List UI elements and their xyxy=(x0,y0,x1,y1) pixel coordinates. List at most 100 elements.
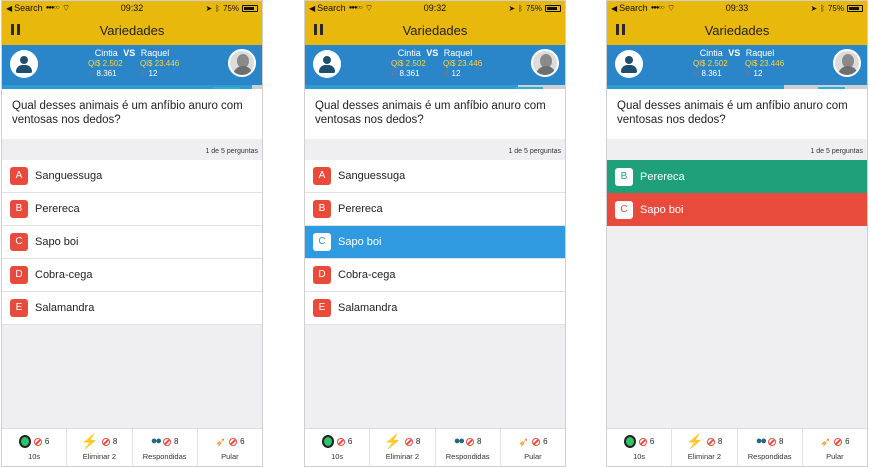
answer-option-d[interactable]: D Cobra-cega xyxy=(2,259,262,292)
status-bar: ◀ Search ●●●○○ ⌔ 09:33 ➤ ᛒ 75% xyxy=(607,1,867,15)
answer-option-e[interactable]: E Salamandra xyxy=(2,292,262,325)
powerup-10s[interactable]: 6 10s xyxy=(2,429,66,466)
powerup-pular[interactable]: ➶ 6 Pular xyxy=(499,429,565,466)
nav-bar: Variedades xyxy=(2,15,262,45)
answer-options: A Sanguessuga B Perereca C Sapo boi D Cobra-… xyxy=(305,160,565,325)
powerup-respondidas[interactable]: ●● 8 Respondidas xyxy=(131,429,197,466)
powerups-bar: 6 10s ⚡ 8 Eliminar 2 ●● 8 Respondidas ➶ 6 Pular xyxy=(305,428,565,466)
pause-icon[interactable] xyxy=(616,24,626,35)
answer-option-b-correct: B Perereca xyxy=(607,160,867,193)
answer-option-c-selected[interactable]: C Sapo boi xyxy=(305,226,565,259)
blocked-icon xyxy=(706,437,715,446)
powerups-bar: 6 10s ⚡ 8 Eliminar 2 ●● 8 Respondidas ➶ 6 Pular xyxy=(607,428,867,466)
quiz-screen-3: ◀ Search ●●●○○ ⌔ 09:33 ➤ ᛒ 75% Variedades … xyxy=(606,0,868,467)
pin-icon: ⚐ xyxy=(391,71,398,78)
powerup-respondidas[interactable]: ●● 8 Respondidas xyxy=(736,429,802,466)
question-counter: 1 de 5 perguntas xyxy=(810,148,863,155)
status-time: 09:32 xyxy=(423,3,447,13)
binoculars-icon: ●● xyxy=(755,435,767,447)
stopwatch-icon xyxy=(18,435,31,448)
stopwatch-icon xyxy=(623,435,636,448)
status-time: 09:33 xyxy=(725,3,749,13)
left-pins: ⚐ 8.361 xyxy=(391,69,420,78)
left-qi-balance: Qi$ 2.502 xyxy=(693,59,728,68)
powerup-eliminar-2[interactable]: ⚡ 8 Eliminar 2 xyxy=(369,429,434,466)
question-text: Qual desses animais é um anfíbio anuro c… xyxy=(305,89,565,139)
player-avatar-right[interactable] xyxy=(531,49,559,77)
right-pins: ⚐ 12 xyxy=(745,69,763,78)
powerup-eliminar-2[interactable]: ⚡ 8 Eliminar 2 xyxy=(671,429,736,466)
binoculars-icon: ●● xyxy=(150,435,162,447)
pin-icon: ⚐ xyxy=(88,71,95,78)
left-pins: ⚐ 8.361 xyxy=(693,69,722,78)
kangaroo-icon: ➶ xyxy=(518,434,530,449)
lightning-icon: ⚡ xyxy=(384,433,402,449)
pin-icon: ⚐ xyxy=(745,71,752,78)
powerups-bar: 6 10s ⚡ 8 Eliminar 2 ●● 8 Respondidas ➶ 6 Pular xyxy=(2,428,262,466)
blocked-icon xyxy=(404,437,413,446)
answer-option-b[interactable]: B Perereca xyxy=(2,193,262,226)
players-panel: Cintia VS Raquel Qi$ 2.502 ⚐ 8.361 Qi$ 2… xyxy=(607,45,867,85)
stopwatch-icon xyxy=(321,435,334,448)
powerup-eliminar-2[interactable]: ⚡ 8 Eliminar 2 xyxy=(66,429,131,466)
left-pins: ⚐ 8.361 xyxy=(88,69,117,78)
question-text: Qual desses animais é um anfíbio anuro c… xyxy=(607,89,867,139)
blocked-icon xyxy=(768,437,777,446)
powerup-respondidas[interactable]: ●● 8 Respondidas xyxy=(434,429,500,466)
quiz-screen-2: ◀ Search ●●●○○ ⌔ 09:32 ➤ ᛒ 75% Variedades … xyxy=(304,0,566,467)
right-qi-balance: Qi$ 23.446 xyxy=(443,59,483,68)
players-panel: Cintia VS Raquel Qi$ 2.502 ⚐ 8.361 Qi$ 2… xyxy=(305,45,565,85)
nav-bar: Variedades xyxy=(305,15,565,45)
blocked-icon xyxy=(336,437,345,446)
battery-icon xyxy=(847,4,863,12)
battery-icon xyxy=(242,4,258,12)
answer-option-a[interactable]: A Sanguessuga xyxy=(2,160,262,193)
right-qi-balance: Qi$ 23.446 xyxy=(745,59,785,68)
blocked-icon xyxy=(33,437,42,446)
player-avatar-right[interactable] xyxy=(228,49,256,77)
player-avatar-right[interactable] xyxy=(833,49,861,77)
powerup-10s[interactable]: 6 10s xyxy=(305,429,369,466)
blocked-icon xyxy=(834,437,843,446)
question-text: Qual desses animais é um anfíbio anuro c… xyxy=(2,89,262,139)
pause-icon[interactable] xyxy=(11,24,21,35)
answer-option-d[interactable]: D Cobra-cega xyxy=(305,259,565,292)
powerup-pular[interactable]: ➶ 6 Pular xyxy=(801,429,867,466)
battery-icon xyxy=(545,4,561,12)
blocked-icon xyxy=(638,437,647,446)
pin-icon: ⚐ xyxy=(140,71,147,78)
blocked-icon xyxy=(229,437,238,446)
answer-option-b[interactable]: B Perereca xyxy=(305,193,565,226)
kangaroo-icon: ➶ xyxy=(820,434,832,449)
pin-icon: ⚐ xyxy=(443,71,450,78)
blocked-icon xyxy=(101,437,110,446)
binoculars-icon: ●● xyxy=(453,435,465,447)
left-qi-balance: Qi$ 2.502 xyxy=(88,59,123,68)
answer-option-c[interactable]: C Sapo boi xyxy=(2,226,262,259)
answer-options: B Perereca C Sapo boi xyxy=(607,160,867,226)
right-qi-balance: Qi$ 23.446 xyxy=(140,59,180,68)
status-bar: ◀ Search ●●●○○ ⌔ 09:32 ➤ ᛒ 75% xyxy=(305,1,565,15)
blocked-icon xyxy=(163,437,172,446)
players-panel: Cintia VS Raquel Qi$ 2.502 ⚐ 8.361 Qi$ 2… xyxy=(2,45,262,85)
answer-option-a[interactable]: A Sanguessuga xyxy=(305,160,565,193)
versus-line: Cintia VS Raquel xyxy=(699,48,775,58)
question-counter: 1 de 5 perguntas xyxy=(508,148,561,155)
left-qi-balance: Qi$ 2.502 xyxy=(391,59,426,68)
answer-option-e[interactable]: E Salamandra xyxy=(305,292,565,325)
kangaroo-icon: ➶ xyxy=(215,434,227,449)
right-pins: ⚐ 12 xyxy=(443,69,461,78)
powerup-10s[interactable]: 6 10s xyxy=(607,429,671,466)
powerup-pular[interactable]: ➶ 6 Pular xyxy=(196,429,262,466)
pause-icon[interactable] xyxy=(314,24,324,35)
quiz-screen-1: ◀ Search ●●●○○ ⌔ 09:32 ➤ ᛒ 75% Variedades … xyxy=(1,0,263,467)
answer-option-c-wrong: C Sapo boi xyxy=(607,193,867,226)
lightning-icon: ⚡ xyxy=(686,433,704,449)
pin-icon: ⚐ xyxy=(693,71,700,78)
category-title: Variedades xyxy=(402,22,468,38)
answer-options: A Sanguessuga B Perereca C Sapo boi D Cobra-… xyxy=(2,160,262,325)
versus-line: Cintia VS Raquel xyxy=(397,48,473,58)
question-counter: 1 de 5 perguntas xyxy=(205,148,258,155)
blocked-icon xyxy=(532,437,541,446)
status-time: 09:32 xyxy=(120,3,144,13)
